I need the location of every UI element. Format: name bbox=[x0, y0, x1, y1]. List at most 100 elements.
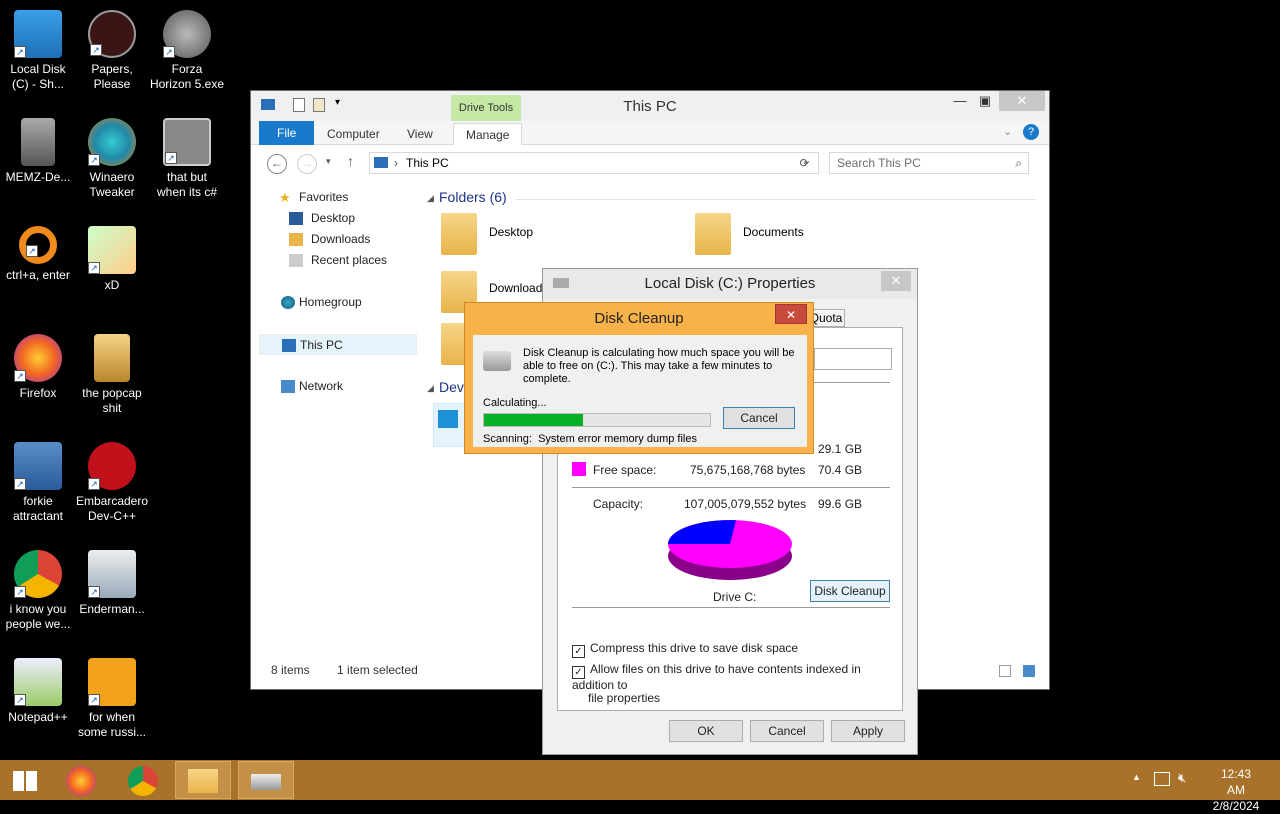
drive-label: Drive C: bbox=[713, 590, 757, 604]
divider bbox=[572, 607, 890, 608]
search-placeholder: Search This PC bbox=[837, 156, 921, 170]
volume-muted-icon[interactable]: 🔇︎ bbox=[1178, 770, 1186, 786]
expand-ribbon-icon[interactable]: ⌄ bbox=[1003, 125, 1012, 138]
up-button[interactable]: ↑ bbox=[347, 153, 354, 169]
disk-usage-pie bbox=[668, 520, 792, 580]
desktop-icon bbox=[289, 212, 303, 225]
icon-label: Winaero bbox=[89, 170, 135, 184]
cancel-button[interactable]: Cancel bbox=[750, 720, 824, 742]
clock[interactable]: 12:43 AM 2/8/2024 bbox=[1211, 766, 1261, 814]
close-button[interactable]: ✕ bbox=[881, 271, 911, 291]
chrome-icon bbox=[128, 766, 158, 796]
icon-label: Papers, bbox=[91, 62, 133, 76]
tab-manage[interactable]: Manage bbox=[453, 123, 523, 145]
scanning-row: Scanning: System error memory dump files bbox=[483, 433, 697, 445]
nav-recent[interactable]: Recent places bbox=[259, 250, 417, 271]
tab-view[interactable]: View bbox=[395, 123, 445, 145]
chevron-right-icon: › bbox=[394, 156, 398, 170]
disk-cleanup-button[interactable]: Disk Cleanup bbox=[810, 580, 890, 602]
notepadpp-icon: ↗ bbox=[14, 658, 62, 706]
settings-monitor-icon: ↗ bbox=[14, 442, 62, 490]
address-bar[interactable]: › This PC ⌄ bbox=[369, 152, 819, 174]
message-line: able to free on (C:). This may take a fe… bbox=[523, 360, 773, 372]
capacity-gb: 99.6 GB bbox=[818, 497, 863, 511]
time: 12:43 AM bbox=[1220, 767, 1252, 797]
apply-button[interactable]: Apply bbox=[831, 720, 905, 742]
drive-name-input[interactable] bbox=[814, 348, 892, 370]
forward-button[interactable]: → bbox=[297, 154, 317, 174]
taskbar-explorer[interactable] bbox=[175, 761, 231, 799]
icon-label: Dev-C++ bbox=[87, 509, 137, 523]
pie-used-slice bbox=[668, 520, 736, 544]
disk-cleanup-icon bbox=[251, 774, 281, 790]
taskbar-firefox[interactable] bbox=[53, 761, 109, 799]
cancel-button[interactable]: Cancel bbox=[723, 407, 795, 429]
search-input[interactable]: Search This PC ⌕ bbox=[829, 152, 1029, 174]
ribbon: File Computer View Manage ⌄ ? bbox=[251, 121, 1049, 145]
large-icons-view-icon[interactable] bbox=[1023, 665, 1035, 677]
desktop-icon-russian[interactable]: ↗ for when some russi... bbox=[74, 658, 150, 740]
desktop-icon-popcap[interactable]: the popcap shit bbox=[74, 334, 150, 416]
start-button[interactable] bbox=[0, 761, 50, 799]
refresh-button[interactable]: ⟳ bbox=[791, 152, 819, 174]
network-icon[interactable] bbox=[1154, 772, 1170, 786]
close-button[interactable]: ✕ bbox=[775, 304, 807, 324]
desktop-icon-ctrl-a[interactable]: ↗ ctrl+a, enter bbox=[0, 226, 76, 283]
icon-label: Local Disk bbox=[10, 62, 66, 76]
minimize-button[interactable]: — bbox=[946, 91, 974, 111]
icon-label: when its c# bbox=[156, 185, 218, 199]
tab-file[interactable]: File bbox=[259, 121, 315, 145]
icon-label: Notepad++ bbox=[8, 710, 68, 724]
desktop-icon-forkie[interactable]: ↗ forkie attractant bbox=[0, 442, 76, 524]
details-view-icon[interactable] bbox=[999, 665, 1011, 677]
back-button[interactable]: ← bbox=[267, 154, 287, 174]
compress-checkbox[interactable]: ✓ bbox=[572, 645, 585, 658]
folder-desktop-label[interactable]: Desktop bbox=[489, 225, 533, 239]
desktop-icon-chrome[interactable]: ↗ i know you people we... bbox=[0, 550, 76, 632]
help-icon[interactable]: ? bbox=[1023, 124, 1039, 140]
taskbar-disk-cleanup[interactable] bbox=[238, 761, 294, 799]
desktop-icon-memz[interactable]: MEMZ-De... bbox=[0, 118, 76, 185]
desktop-icon-forza[interactable]: ↗ Forza Horizon 5.exe bbox=[149, 10, 225, 92]
nav-label: Recent places bbox=[311, 253, 388, 267]
desktop-icon-enderman[interactable]: ↗ Enderman... bbox=[74, 550, 150, 617]
nav-downloads[interactable]: Downloads bbox=[259, 229, 417, 250]
taskbar-chrome[interactable] bbox=[115, 761, 171, 799]
nav-homegroup[interactable]: Homegroup bbox=[259, 292, 417, 313]
taskbar: ▲ 🔇︎ 12:43 AM 2/8/2024 bbox=[0, 760, 1280, 813]
desktop-icon-devcpp[interactable]: ↗ Embarcadero Dev-C++ bbox=[74, 442, 150, 524]
compress-row[interactable]: ✓ Compress this drive to save disk space bbox=[572, 641, 798, 658]
desktop-icon-papers-please[interactable]: ↗ Papers, Please bbox=[74, 10, 150, 92]
folder-downloads-label[interactable]: Download bbox=[489, 281, 542, 295]
desktop-icon-firefox[interactable]: ↗ Firefox bbox=[0, 334, 76, 401]
nav-this-pc[interactable]: This PC bbox=[259, 334, 417, 355]
message-line: complete. bbox=[523, 373, 571, 385]
folder-desktop-icon[interactable] bbox=[441, 213, 477, 255]
close-button[interactable]: ✕ bbox=[999, 91, 1045, 111]
icon-label: xD bbox=[104, 278, 120, 292]
tab-computer[interactable]: Computer bbox=[315, 123, 392, 145]
collapse-icon[interactable]: ◢ bbox=[427, 383, 434, 394]
index-row[interactable]: ✓ Allow files on this drive to have conte… bbox=[572, 663, 902, 705]
desktop-icon-xd[interactable]: ↗ xD bbox=[74, 226, 150, 293]
desktop-icon-notepadpp[interactable]: ↗ Notepad++ bbox=[0, 658, 76, 725]
folder-documents-label[interactable]: Documents bbox=[743, 225, 804, 239]
windows-logo-icon bbox=[13, 771, 37, 791]
desktop-icon-local-disk[interactable]: ↗ Local Disk (C) - Sh... bbox=[0, 10, 76, 92]
maximize-button[interactable]: ▣ bbox=[971, 91, 999, 111]
icon-label: (C) - Sh... bbox=[11, 77, 64, 91]
nav-favorites[interactable]: ★ Favorites bbox=[259, 187, 417, 208]
desktop-icon-that-but[interactable]: ↗ that but when its c# bbox=[149, 118, 225, 200]
desktop-icon-winaero[interactable]: ↗ Winaero Tweaker bbox=[74, 118, 150, 200]
recent-locations-icon[interactable]: ▾ bbox=[326, 156, 331, 167]
capacity-bytes: 107,005,079,552 bytes bbox=[684, 497, 807, 511]
nav-desktop[interactable]: Desktop bbox=[259, 208, 417, 229]
icon-label: shit bbox=[102, 401, 122, 415]
collapse-icon[interactable]: ◢ bbox=[427, 193, 434, 204]
nav-network[interactable]: Network bbox=[259, 376, 417, 397]
folders-header: Folders (6) bbox=[439, 189, 507, 205]
show-hidden-icons[interactable]: ▲ bbox=[1132, 772, 1141, 782]
ok-button[interactable]: OK bbox=[669, 720, 743, 742]
folder-documents-icon[interactable] bbox=[695, 213, 731, 255]
nav-label: Network bbox=[299, 379, 344, 393]
